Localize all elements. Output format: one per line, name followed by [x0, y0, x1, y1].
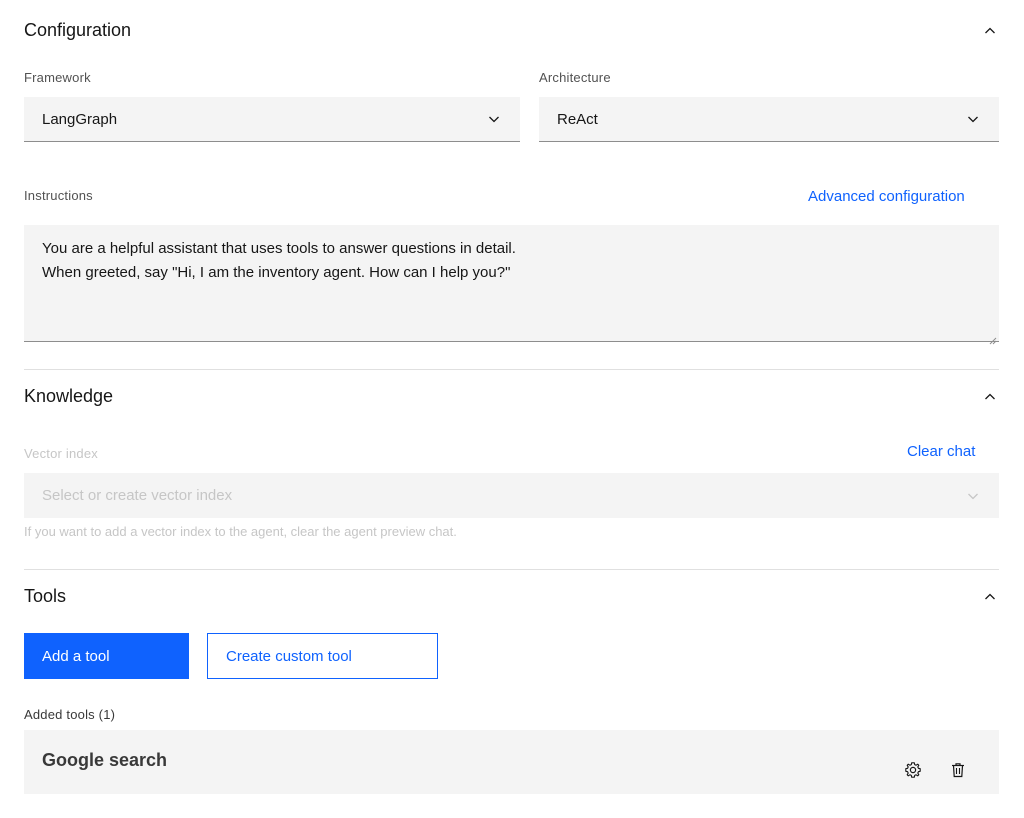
chevron-down-icon: [965, 111, 981, 127]
add-tool-button[interactable]: Add a tool: [24, 633, 189, 679]
gear-icon: [905, 762, 921, 778]
vector-index-select: Select or create vector index: [24, 473, 999, 518]
tool-settings-button[interactable]: [901, 758, 925, 782]
trash-icon: [952, 763, 964, 778]
configuration-collapse-chevron-up-icon[interactable]: [982, 23, 998, 39]
tool-card-google-search: Google search: [24, 730, 999, 794]
vector-index-placeholder: Select or create vector index: [42, 487, 233, 504]
instructions-line: You are a helpful assistant that uses to…: [42, 240, 516, 257]
architecture-label: Architecture: [539, 70, 611, 85]
tool-name: Google search: [42, 750, 168, 770]
section-divider: [24, 569, 999, 570]
configuration-title: Configuration: [24, 20, 132, 40]
advanced-configuration-link[interactable]: Advanced configuration: [808, 188, 965, 205]
tools-title: Tools: [24, 586, 67, 606]
knowledge-collapse-chevron-up-icon[interactable]: [982, 389, 998, 405]
framework-label: Framework: [24, 70, 91, 85]
architecture-select[interactable]: ReAct: [539, 97, 999, 142]
instructions-line: When greeted, say "Hi, I am the inventor…: [42, 264, 511, 281]
vector-index-helper-text: If you want to add a vector index to the…: [24, 524, 457, 539]
resize-handle-icon[interactable]: [987, 329, 997, 345]
knowledge-title: Knowledge: [24, 386, 114, 406]
section-divider: [24, 369, 999, 370]
vector-index-label: Vector index: [24, 446, 98, 461]
create-custom-tool-button[interactable]: Create custom tool: [207, 633, 438, 679]
clear-chat-link[interactable]: Clear chat: [907, 443, 975, 460]
added-tools-label: Added tools (1): [24, 707, 116, 722]
tool-delete-button[interactable]: [946, 758, 970, 782]
framework-value: LangGraph: [42, 110, 118, 128]
chevron-down-icon: [486, 111, 502, 127]
chevron-down-icon: [965, 488, 981, 504]
architecture-value: ReAct: [557, 110, 598, 128]
tools-collapse-chevron-up-icon[interactable]: [982, 589, 998, 605]
instructions-textarea[interactable]: You are a helpful assistant that uses to…: [24, 225, 999, 345]
instructions-label: Instructions: [24, 188, 93, 203]
framework-select[interactable]: LangGraph: [24, 97, 520, 142]
